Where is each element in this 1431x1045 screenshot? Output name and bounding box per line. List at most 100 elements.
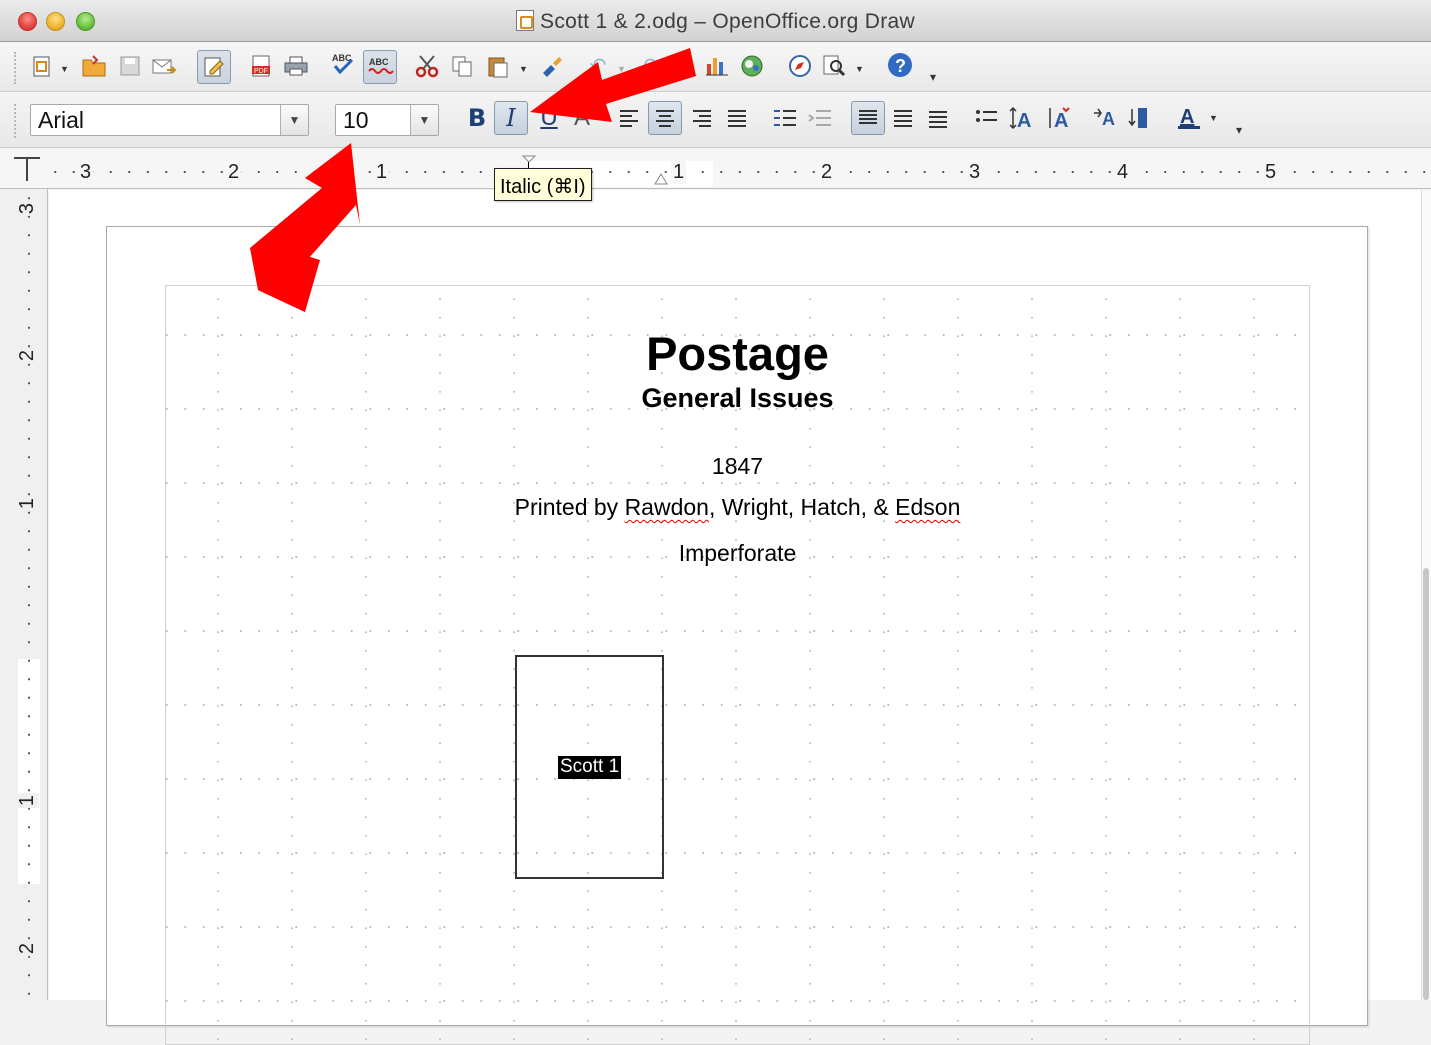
font-size-dropdown-icon[interactable]: ▼ [410, 105, 438, 135]
text-direction-ltr-icon: A [1094, 108, 1115, 129]
ruler-track: 3 2 1 1 2 [12, 189, 46, 1000]
stamp-frame[interactable]: Scott 1 [515, 655, 664, 879]
ruler-number: 2 [226, 161, 242, 184]
edit-file-icon[interactable] [197, 50, 231, 84]
align-left-button[interactable] [612, 101, 646, 135]
scrollbar-thumb[interactable] [1423, 568, 1429, 1000]
font-name-value: Arial [38, 107, 85, 133]
ruler-number: 1 [16, 495, 40, 512]
navigator-icon[interactable] [786, 52, 814, 80]
ruler-track: 3 2 1 1 2 3 4 5 [46, 155, 1426, 189]
ruler-number: 1 [374, 161, 390, 184]
center-vertical-button[interactable] [886, 101, 920, 135]
ruler-number: 1 [16, 792, 40, 809]
align-center-button[interactable] [648, 101, 682, 135]
formatting-toolbar: Arial ▼ 10 ▼ B I U A A A A A ▼ ▾ [0, 92, 1431, 148]
horizontal-ruler[interactable]: 3 2 1 1 2 3 4 5 [0, 149, 1431, 189]
page-title[interactable]: Postage [166, 326, 1309, 381]
printer-middle: , Wright, Hatch, & [708, 494, 896, 520]
shadow-icon: A [573, 104, 590, 131]
drawing-page[interactable]: Postage General Issues 1847 Printed by R… [106, 226, 1368, 1045]
toolbar-grip[interactable] [14, 52, 17, 84]
new-dropdown-icon[interactable]: ▼ [60, 64, 69, 74]
svg-text:A: A [1180, 106, 1194, 128]
svg-text:ABC: ABC [369, 57, 389, 67]
font-size-value: 10 [343, 107, 369, 133]
bold-label: B [467, 104, 487, 132]
drawing-canvas[interactable]: Postage General Issues 1847 Printed by R… [49, 190, 1421, 1045]
toolbar-overflow-icon[interactable]: ▾ [930, 70, 936, 84]
promote-icon [808, 110, 831, 126]
paste-dropdown-icon[interactable]: ▼ [519, 64, 528, 74]
ruler-number: 3 [16, 200, 40, 217]
ruler-number: 5 [1263, 161, 1279, 184]
zoom-icon[interactable] [820, 52, 848, 80]
spellcheck-icon[interactable]: ABC [330, 50, 358, 78]
zoom-dropdown-icon[interactable]: ▼ [855, 64, 864, 74]
font-size-combobox[interactable]: 10 ▼ [335, 104, 439, 136]
clone-formatting-icon[interactable] [538, 52, 566, 80]
misspelled-word: Rawdon [624, 494, 709, 520]
window-titlebar: Scott 1 & 2.odg – OpenOffice.org Draw [0, 0, 1431, 42]
text-direction-ttb-icon [1128, 108, 1147, 128]
align-left-icon [620, 110, 638, 127]
toolbar-grip[interactable] [14, 104, 17, 138]
tab-type-icon[interactable] [14, 157, 40, 183]
new-icon[interactable] [28, 52, 56, 80]
justify-icon [728, 110, 746, 127]
font-color-button[interactable]: A [1172, 101, 1206, 135]
vertical-ruler[interactable]: 3 2 1 1 2 [0, 189, 48, 1000]
indent-marker-icon[interactable] [522, 155, 536, 163]
undo-dropdown-icon[interactable]: ▼ [617, 64, 626, 74]
print-icon[interactable] [282, 52, 310, 80]
paste-icon[interactable] [484, 52, 512, 80]
shadow-button[interactable]: A [565, 101, 599, 135]
align-center-icon [656, 110, 674, 127]
ruler-number: 2 [16, 347, 40, 364]
svg-text:A: A [1017, 110, 1031, 131]
help-icon[interactable]: ? [886, 51, 914, 79]
align-top-icon [859, 110, 877, 124]
right-indent-marker-icon[interactable] [654, 173, 668, 185]
font-name-combobox[interactable]: Arial ▼ [30, 104, 309, 136]
chart-icon[interactable] [703, 52, 731, 80]
misspelled-word: Edson [895, 494, 961, 520]
underline-button[interactable]: U [532, 101, 566, 135]
redo-icon[interactable]: ↷ [638, 52, 666, 80]
align-top-button[interactable] [851, 101, 885, 135]
align-bottom-button[interactable] [921, 101, 955, 135]
bullet-list-button[interactable] [970, 101, 1004, 135]
toolbar-overflow-icon[interactable]: ▾ [1236, 123, 1242, 137]
open-icon[interactable] [80, 52, 108, 80]
font-color-dropdown-icon[interactable]: ▼ [1209, 113, 1218, 123]
page-subtitle[interactable]: General Issues [166, 383, 1309, 414]
text-direction-ttb-button[interactable] [1125, 101, 1159, 135]
export-pdf-icon[interactable]: PDF [247, 52, 275, 80]
svg-text:A: A [1102, 109, 1115, 129]
gallery-icon[interactable] [738, 52, 766, 80]
email-icon[interactable] [150, 52, 178, 80]
bullets-on-off-button[interactable] [768, 101, 802, 135]
ruler-number: 2 [16, 940, 40, 957]
promote-button[interactable] [803, 101, 837, 135]
printer-prefix: Printed by [514, 494, 625, 520]
copy-icon[interactable] [448, 52, 476, 80]
text-direction-ltr-button[interactable]: A [1089, 101, 1123, 135]
printer-line[interactable]: Printed by Rawdon, Wright, Hatch, & Edso… [166, 494, 1309, 521]
issue-year[interactable]: 1847 [166, 453, 1309, 480]
undo-icon[interactable]: ↶ [584, 52, 612, 80]
decrease-spacing-button[interactable]: A [1042, 101, 1076, 135]
italic-button[interactable]: I [494, 101, 528, 135]
font-name-dropdown-icon[interactable]: ▼ [280, 105, 308, 135]
cut-icon[interactable] [413, 52, 441, 80]
save-icon[interactable] [116, 52, 144, 80]
imperforate-note[interactable]: Imperforate [166, 540, 1309, 567]
align-right-button[interactable] [685, 101, 719, 135]
page-margin-area: Postage General Issues 1847 Printed by R… [165, 285, 1310, 1045]
stamp-label-selected[interactable]: Scott 1 [558, 756, 622, 779]
justify-button[interactable] [720, 101, 754, 135]
bold-button[interactable]: B [460, 101, 494, 135]
increase-spacing-button[interactable]: A [1005, 101, 1039, 135]
autospellcheck-icon[interactable]: ABC [363, 50, 397, 84]
ruler-ticks [28, 189, 30, 1000]
